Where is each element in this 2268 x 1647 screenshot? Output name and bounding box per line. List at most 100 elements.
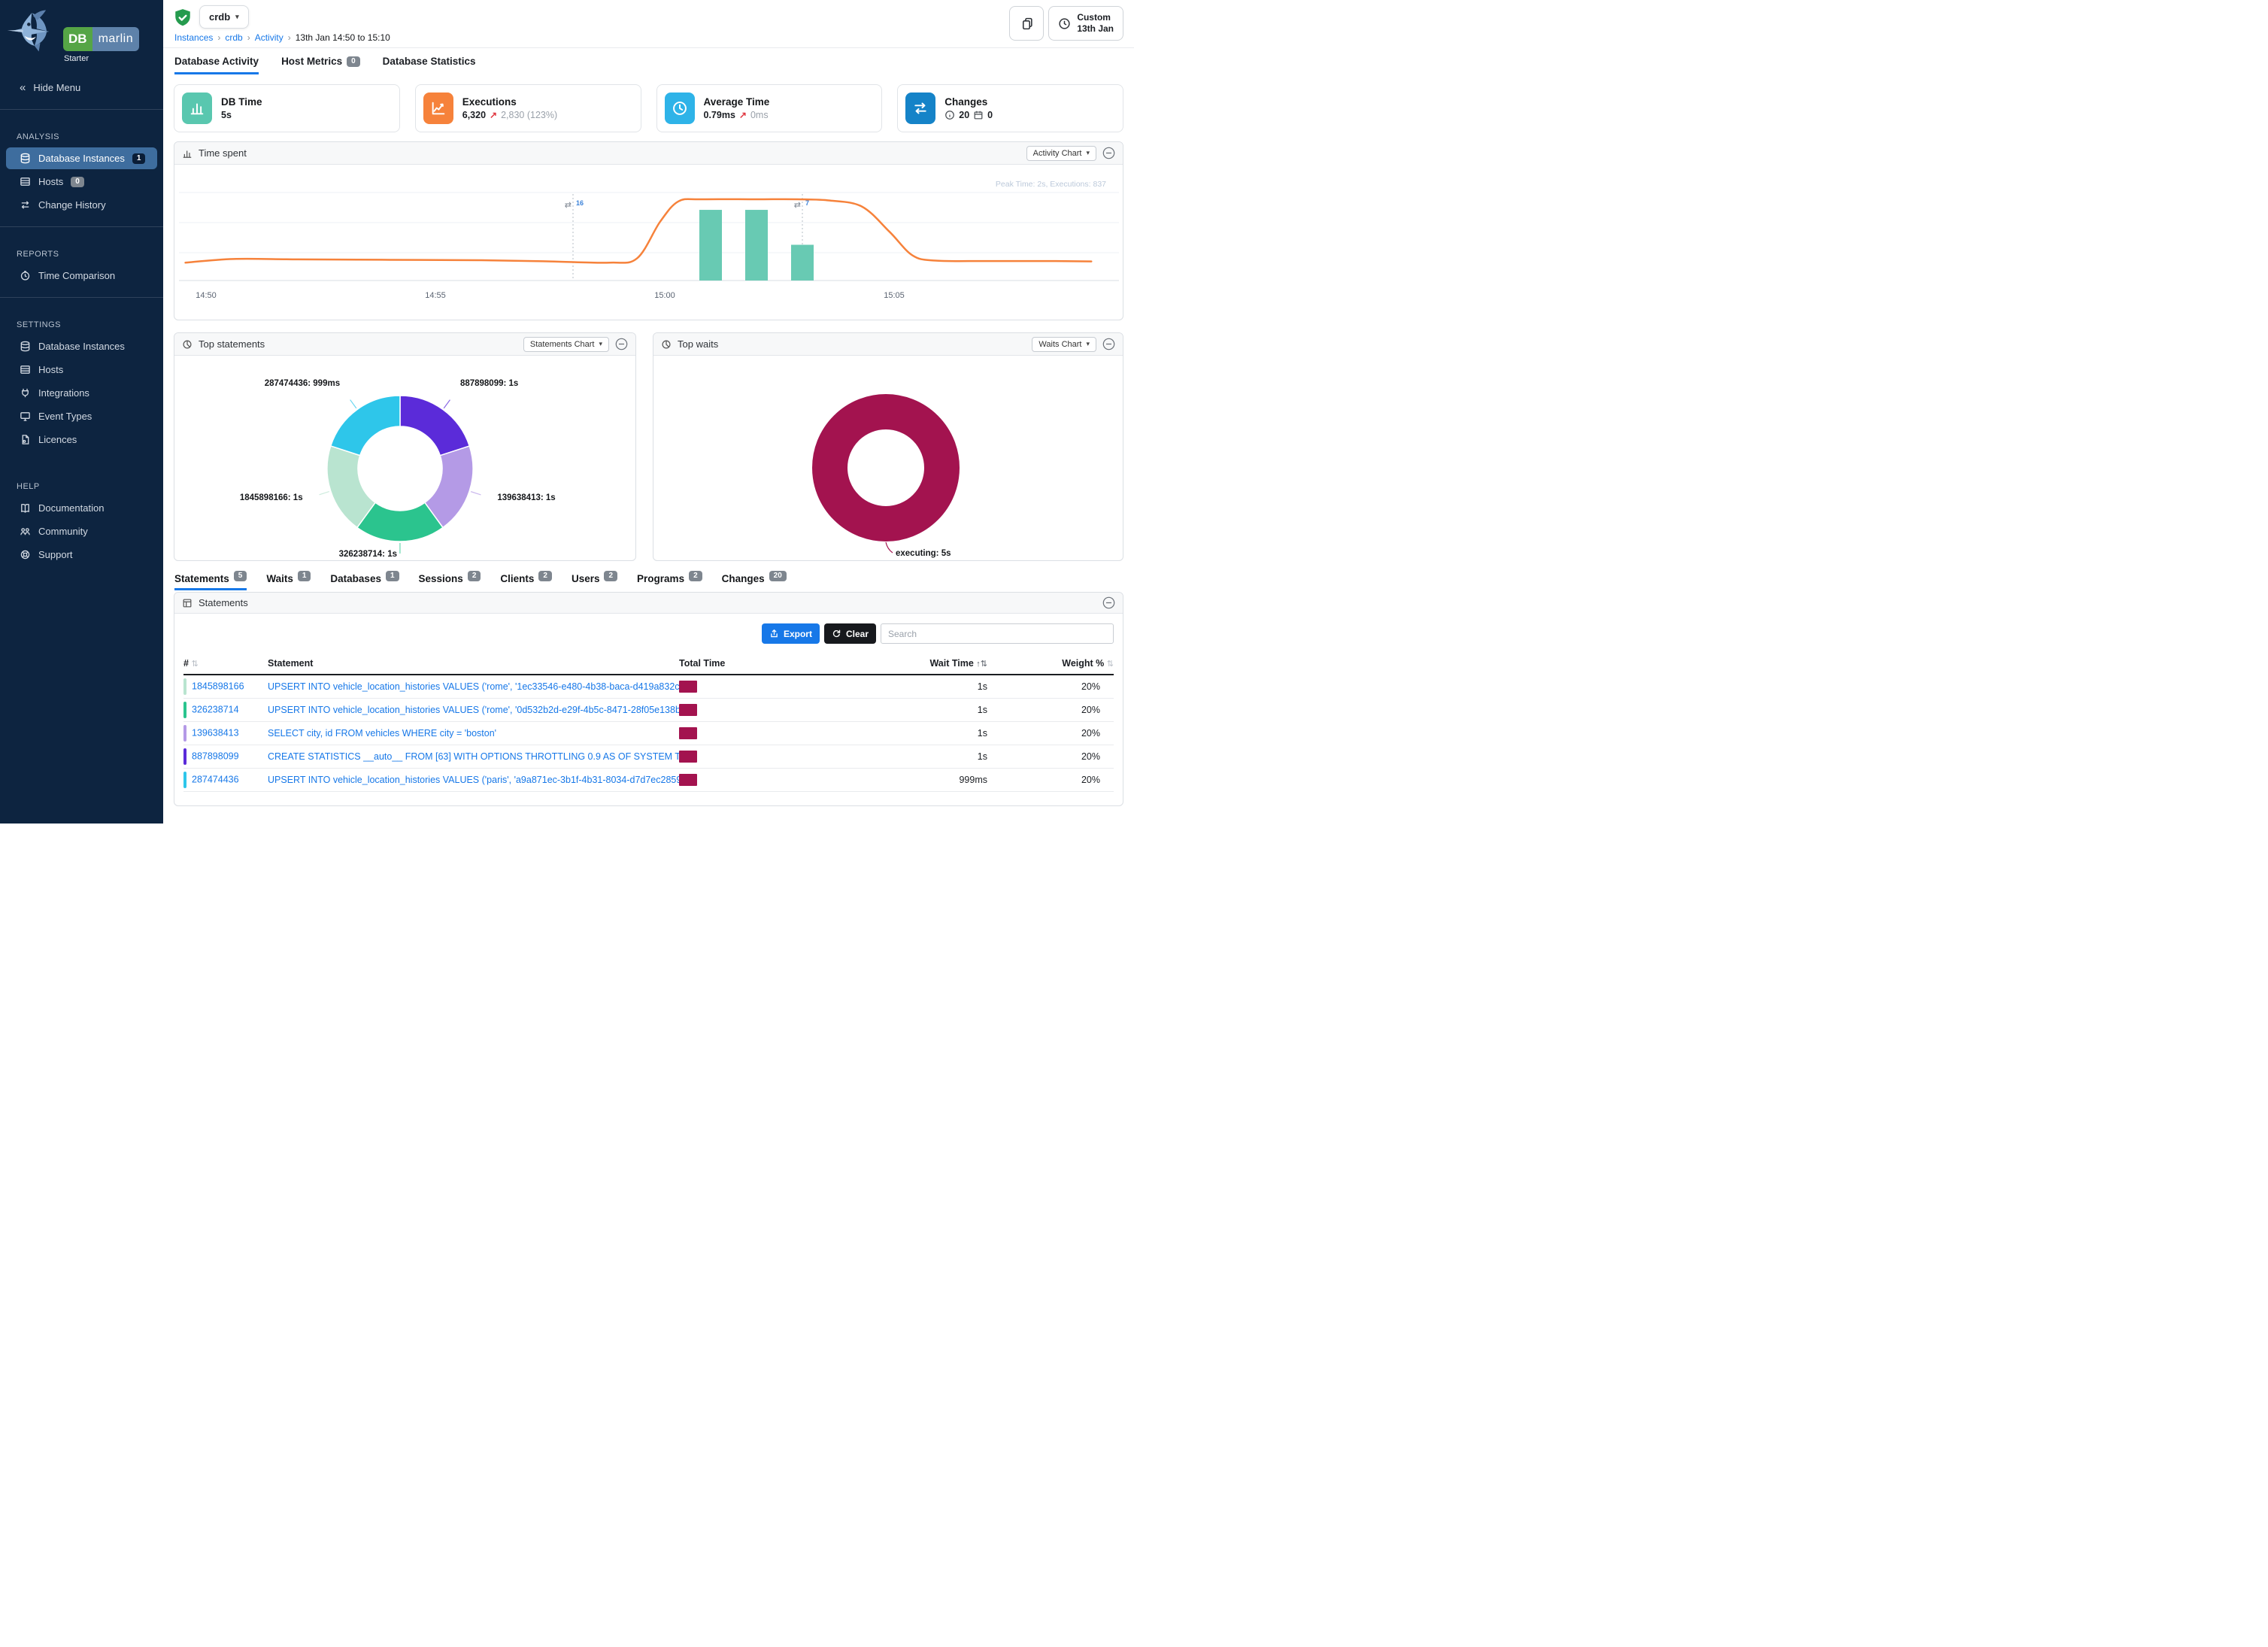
sidebar-item-label: Time Comparison: [38, 270, 115, 281]
card-title: Average Time: [704, 96, 770, 108]
card-changes: Changes 20 0: [897, 84, 1123, 132]
statements-chart-dropdown[interactable]: Statements Chart ▾: [523, 337, 609, 352]
collapse-icon[interactable]: [1102, 147, 1115, 159]
instance-selector[interactable]: crdb ▾: [199, 5, 249, 29]
statement-id-link[interactable]: 326238714: [192, 704, 239, 714]
collapse-icon[interactable]: [615, 338, 628, 350]
sidebar-item-label: Documentation: [38, 502, 104, 514]
sidebar-item-event-types[interactable]: Event Types: [6, 405, 157, 427]
hosts-icon: [20, 364, 31, 375]
collapse-icon[interactable]: [1102, 338, 1115, 350]
tab-users[interactable]: Users2: [572, 573, 617, 590]
tab-database-statistics[interactable]: Database Statistics: [383, 56, 476, 74]
monitor-icon: [20, 411, 31, 422]
copy-button[interactable]: [1009, 6, 1044, 41]
collapse-icon[interactable]: [1102, 596, 1115, 609]
hide-menu-button[interactable]: « Hide Menu: [6, 77, 157, 99]
breadcrumb-timerange: 13th Jan 14:50 to 15:10: [296, 32, 390, 43]
search-input[interactable]: [881, 623, 1114, 644]
export-button[interactable]: Export: [762, 623, 820, 644]
main-content: crdb ▾ Instances› crdb› Activity› 13th J…: [163, 0, 1134, 824]
sidebar-item-community[interactable]: Community: [6, 520, 157, 542]
statement-link[interactable]: SELECT city, id FROM vehicles WHERE city…: [268, 728, 510, 739]
tab-sessions[interactable]: Sessions2: [419, 573, 481, 590]
card-delta: 0ms: [750, 110, 769, 120]
top-waits-panel: Top waits Waits Chart ▾ executing: 5s: [653, 332, 1123, 561]
tab-databases[interactable]: Databases1: [330, 573, 399, 590]
statement-link[interactable]: UPSERT INTO vehicle_location_histories V…: [268, 705, 679, 715]
statement-color-chip: [183, 678, 186, 695]
sidebar-item-integrations[interactable]: Integrations: [6, 382, 157, 404]
svg-text:1845898166: 1s: 1845898166: 1s: [240, 493, 303, 502]
breadcrumb-activity[interactable]: Activity: [255, 32, 284, 43]
wait-time-value: 1s: [837, 745, 987, 768]
statement-id-link[interactable]: 139638413: [192, 727, 239, 738]
svg-text:15:05: 15:05: [884, 291, 905, 300]
weight-value: 20%: [987, 721, 1114, 745]
sidebar-item-licences[interactable]: Licences: [6, 429, 157, 450]
tab-waits[interactable]: Waits1: [266, 573, 311, 590]
sidebar-item-support[interactable]: Support: [6, 544, 157, 566]
tab-host-metrics[interactable]: Host Metrics 0: [281, 56, 360, 74]
statement-color-chip: [183, 748, 186, 765]
time-range-button[interactable]: Custom 13th Jan: [1048, 6, 1123, 41]
weight-value: 20%: [987, 745, 1114, 768]
tab-statements[interactable]: Statements5: [174, 573, 247, 590]
sidebar-item-settings-database-instances[interactable]: Database Instances: [6, 335, 157, 357]
clear-button[interactable]: Clear: [824, 623, 876, 644]
activity-chart-dropdown[interactable]: Activity Chart ▾: [1026, 146, 1096, 161]
svg-text:887898099: 1s: 887898099: 1s: [460, 379, 518, 388]
chevron-down-icon: ▾: [1086, 149, 1090, 157]
detail-tabs: Statements5 Waits1 Databases1 Sessions2 …: [174, 573, 1123, 590]
statement-color-chip: [183, 725, 186, 742]
statement-id-link[interactable]: 1845898166: [192, 681, 244, 691]
count-badge: 2: [604, 571, 617, 581]
statement-link[interactable]: UPSERT INTO vehicle_location_histories V…: [268, 681, 679, 692]
statement-link[interactable]: CREATE STATISTICS __auto__ FROM [63] WIT…: [268, 751, 679, 762]
breadcrumb-crdb[interactable]: crdb: [225, 32, 242, 43]
brand-wordmark: DB marlin: [63, 27, 139, 51]
sidebar-item-settings-hosts[interactable]: Hosts: [6, 359, 157, 381]
statement-id-link[interactable]: 887898099: [192, 751, 239, 761]
waits-donut-chart[interactable]: executing: 5s: [653, 356, 1123, 560]
sidebar-item-change-history[interactable]: Change History: [6, 194, 157, 216]
count-badge: 1: [298, 571, 311, 581]
tab-clients[interactable]: Clients2: [500, 573, 552, 590]
top-header: crdb ▾ Instances› crdb› Activity› 13th J…: [163, 0, 1134, 48]
svg-text:executing: 5s: executing: 5s: [896, 549, 951, 558]
statement-link[interactable]: UPSERT INTO vehicle_location_histories V…: [268, 775, 679, 785]
statements-donut-chart[interactable]: 887898099: 1s139638413: 1s326238714: 1s1…: [174, 356, 636, 560]
table-row: 887898099 CREATE STATISTICS __auto__ FRO…: [183, 745, 1114, 768]
waits-chart-dropdown[interactable]: Waits Chart ▾: [1032, 337, 1096, 352]
section-analysis: ANALYSIS: [0, 120, 163, 146]
col-id[interactable]: # ⇅: [183, 652, 268, 675]
sidebar-item-hosts[interactable]: Hosts 0: [6, 171, 157, 193]
top-statements-panel: Top statements Statements Chart ▾ 887898…: [174, 332, 636, 561]
sidebar-item-database-instances[interactable]: Database Instances 1: [6, 147, 157, 169]
bar-chart-icon: [182, 148, 193, 159]
undo-icon: [832, 629, 841, 638]
tab-changes[interactable]: Changes20: [722, 573, 787, 590]
statement-id-link[interactable]: 287474436: [192, 774, 239, 784]
tab-programs[interactable]: Programs2: [637, 573, 702, 590]
time-spent-chart[interactable]: ⇄16⇄714:5014:5515:0015:05: [179, 169, 1119, 309]
svg-text:⇄: ⇄: [794, 201, 801, 210]
divider: [0, 297, 163, 298]
wait-time-value: 1s: [837, 675, 987, 698]
col-weight[interactable]: Weight % ⇅: [987, 652, 1114, 675]
sidebar-item-documentation[interactable]: Documentation: [6, 497, 157, 519]
col-total-time[interactable]: Total Time: [679, 652, 837, 675]
tab-database-activity[interactable]: Database Activity: [174, 56, 259, 74]
breadcrumb-instances[interactable]: Instances: [174, 32, 213, 43]
edition-label: Starter: [64, 54, 89, 63]
brand-marlin: marlin: [92, 27, 140, 51]
wait-time-value: 999ms: [837, 768, 987, 791]
weight-value: 20%: [987, 698, 1114, 721]
brand-logo: DB marlin Starter: [0, 0, 163, 75]
table-header-row: # ⇅ Statement Total Time Wait Time ↑⇅ We…: [183, 652, 1114, 675]
sidebar-item-time-comparison[interactable]: Time Comparison: [6, 265, 157, 287]
col-statement[interactable]: Statement: [268, 652, 679, 675]
col-wait-time[interactable]: Wait Time ↑⇅: [837, 652, 987, 675]
sort-asc-icon: ↑⇅: [976, 660, 987, 669]
card-title: Changes: [944, 96, 993, 108]
